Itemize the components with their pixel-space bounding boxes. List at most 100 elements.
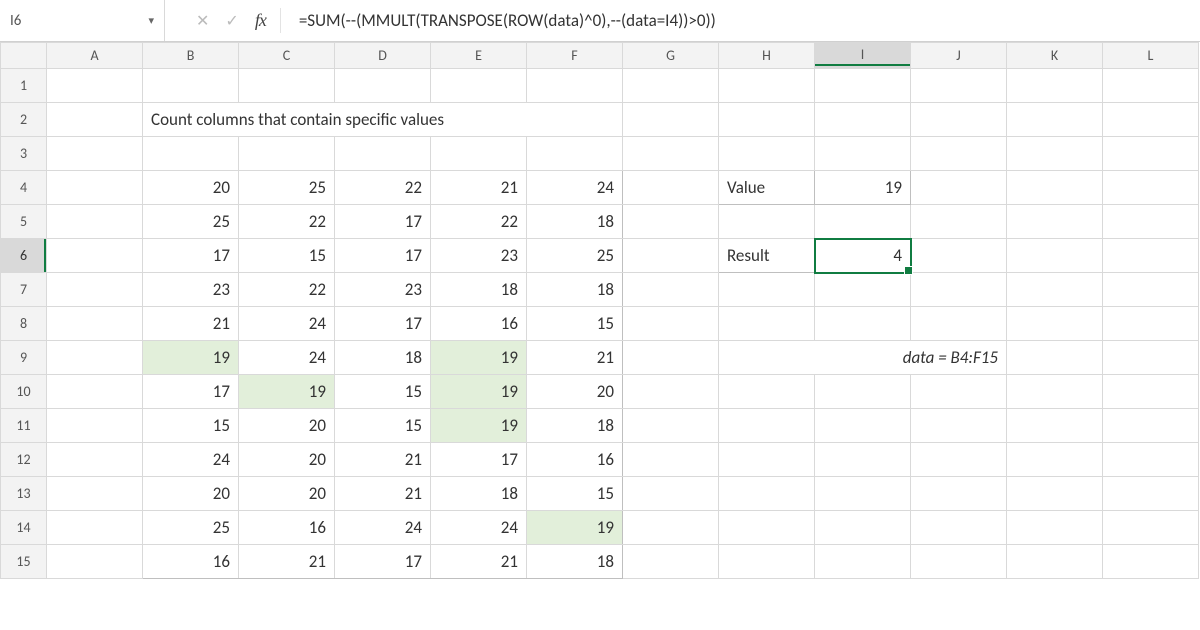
cell[interactable]	[911, 239, 1007, 273]
cell[interactable]: 17	[335, 239, 431, 273]
cell[interactable]: 15	[335, 409, 431, 443]
cell[interactable]: 15	[143, 409, 239, 443]
cell[interactable]: 20	[239, 443, 335, 477]
cell[interactable]	[815, 511, 911, 545]
cell[interactable]	[623, 137, 719, 171]
cell[interactable]	[1007, 341, 1103, 375]
cell[interactable]: 15	[527, 307, 623, 341]
cell[interactable]: 22	[239, 273, 335, 307]
cell[interactable]	[911, 273, 1007, 307]
cell[interactable]	[1007, 273, 1103, 307]
cell[interactable]	[335, 69, 431, 103]
cell[interactable]: 21	[431, 171, 527, 205]
cell[interactable]	[911, 137, 1007, 171]
cell[interactable]	[719, 205, 815, 239]
cell[interactable]	[1103, 477, 1199, 511]
cell[interactable]: 23	[143, 273, 239, 307]
cell[interactable]: 24	[143, 443, 239, 477]
cancel-icon[interactable]: ✕	[196, 11, 209, 31]
cell[interactable]	[1103, 137, 1199, 171]
cell[interactable]	[47, 409, 143, 443]
cell[interactable]	[1103, 171, 1199, 205]
cell[interactable]	[47, 103, 143, 137]
row-header[interactable]: 1	[1, 69, 47, 103]
row-header[interactable]: 5	[1, 205, 47, 239]
cell[interactable]	[911, 307, 1007, 341]
cell[interactable]	[623, 341, 719, 375]
cell[interactable]: 21	[335, 477, 431, 511]
cell[interactable]	[911, 205, 1007, 239]
row-header[interactable]: 2	[1, 103, 47, 137]
cell[interactable]: 17	[143, 375, 239, 409]
cell[interactable]: 20	[527, 375, 623, 409]
cell[interactable]: 22	[431, 205, 527, 239]
value-cell[interactable]: 19	[815, 171, 911, 205]
chevron-down-icon[interactable]: ▾	[148, 14, 154, 27]
cell[interactable]	[431, 137, 527, 171]
cell[interactable]	[527, 69, 623, 103]
cell[interactable]: 25	[143, 511, 239, 545]
cell[interactable]: 20	[143, 171, 239, 205]
cell[interactable]	[719, 307, 815, 341]
cell[interactable]: 24	[239, 341, 335, 375]
cell[interactable]: 19	[431, 375, 527, 409]
cell[interactable]: 19	[527, 511, 623, 545]
cell[interactable]: 16	[143, 545, 239, 579]
cell[interactable]	[1103, 205, 1199, 239]
cell[interactable]: 19	[431, 409, 527, 443]
cell[interactable]	[815, 307, 911, 341]
row-header[interactable]: 6	[1, 239, 47, 273]
cell[interactable]: 18	[527, 273, 623, 307]
col-header[interactable]: C	[239, 43, 335, 69]
cell[interactable]	[143, 69, 239, 103]
cell[interactable]	[623, 511, 719, 545]
row-header[interactable]: 4	[1, 171, 47, 205]
cell[interactable]	[815, 103, 911, 137]
cell[interactable]: 21	[239, 545, 335, 579]
cell[interactable]: 19	[143, 341, 239, 375]
cell[interactable]	[911, 103, 1007, 137]
cell[interactable]: 20	[143, 477, 239, 511]
col-header[interactable]: H	[719, 43, 815, 69]
cell[interactable]	[719, 477, 815, 511]
cell[interactable]	[1103, 511, 1199, 545]
cell[interactable]	[719, 443, 815, 477]
cell[interactable]: 17	[431, 443, 527, 477]
cell[interactable]: 21	[335, 443, 431, 477]
cell[interactable]	[815, 409, 911, 443]
col-header[interactable]: K	[1007, 43, 1103, 69]
cell[interactable]	[47, 69, 143, 103]
cell[interactable]: 15	[527, 477, 623, 511]
cell[interactable]	[623, 375, 719, 409]
cell[interactable]: 18	[527, 205, 623, 239]
cell[interactable]	[719, 511, 815, 545]
cell[interactable]	[815, 375, 911, 409]
cell[interactable]	[1007, 477, 1103, 511]
cell[interactable]	[1007, 375, 1103, 409]
cell[interactable]: 20	[239, 477, 335, 511]
cell[interactable]: 21	[143, 307, 239, 341]
cell[interactable]	[815, 477, 911, 511]
cell[interactable]	[911, 545, 1007, 579]
cell[interactable]: 21	[431, 545, 527, 579]
cell[interactable]	[815, 273, 911, 307]
cell[interactable]	[815, 205, 911, 239]
cell[interactable]	[815, 137, 911, 171]
cell[interactable]	[143, 137, 239, 171]
enter-icon[interactable]: ✓	[225, 11, 238, 31]
cell[interactable]: 22	[239, 205, 335, 239]
cell[interactable]: 18	[335, 341, 431, 375]
cell[interactable]: 24	[239, 307, 335, 341]
cell[interactable]: 16	[431, 307, 527, 341]
cell[interactable]	[47, 477, 143, 511]
value-label[interactable]: Value	[719, 171, 815, 205]
formula-input[interactable]: =SUM(--(MMULT(TRANSPOSE(ROW(data)^0),--(…	[287, 0, 1200, 41]
cell[interactable]: 17	[335, 205, 431, 239]
cell[interactable]	[1007, 511, 1103, 545]
row-header[interactable]: 10	[1, 375, 47, 409]
cell[interactable]	[431, 69, 527, 103]
cell[interactable]: 25	[239, 171, 335, 205]
cell[interactable]: 19	[239, 375, 335, 409]
cell[interactable]	[239, 137, 335, 171]
col-header[interactable]: D	[335, 43, 431, 69]
